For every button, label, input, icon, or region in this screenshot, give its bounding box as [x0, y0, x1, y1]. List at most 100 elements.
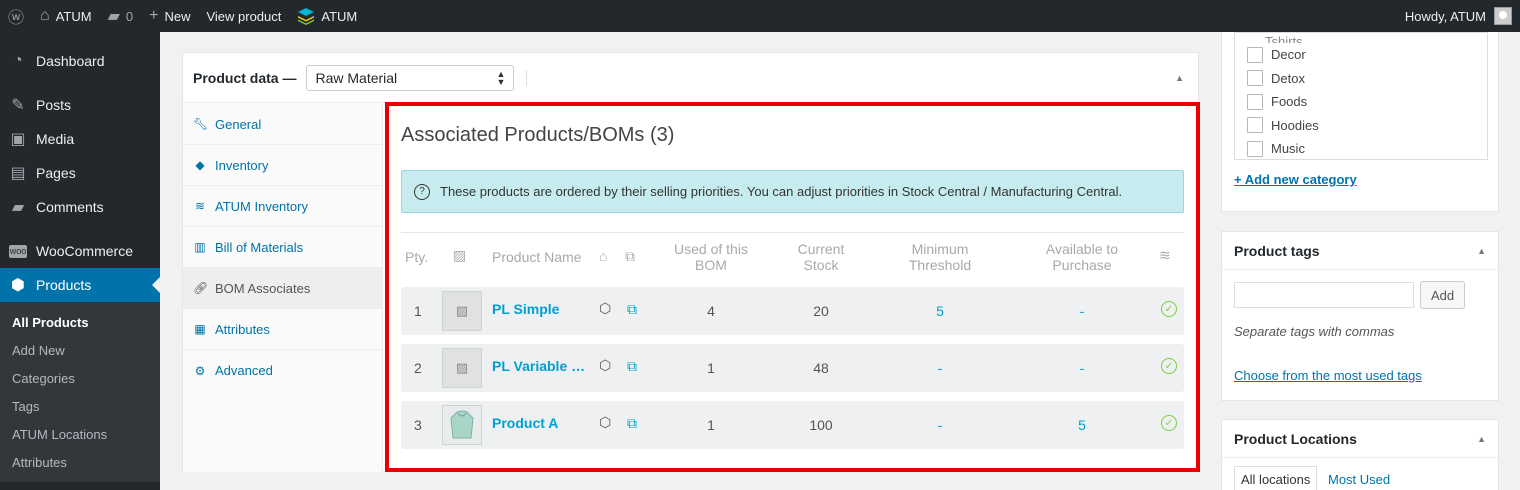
submenu-categories[interactable]: Categories [0, 364, 160, 392]
new-label: New [164, 8, 191, 24]
view-product-label: View product [206, 8, 282, 24]
locations-box-header[interactable]: Product Locations ▲ [1222, 420, 1498, 458]
product-data-header: Product data — Raw Material ▲ ▼ ▲ [183, 53, 1198, 103]
category-checklist[interactable]: Tshirts Decor Detox Foods Hoodies Music [1234, 32, 1488, 160]
view-product-link[interactable]: View product [198, 0, 289, 32]
tag-input[interactable] [1234, 282, 1414, 308]
collapse-toggle-icon[interactable]: ▲ [1477, 246, 1486, 256]
media-icon: ▣ [10, 131, 26, 148]
menu-label: Products [36, 277, 92, 293]
checkbox[interactable] [1247, 46, 1263, 63]
admin-sidebar: ◔ Dashboard ✎ Posts ▣ Media ▤ Pages ▰ Comment… [0, 32, 160, 490]
checkbox[interactable] [1247, 70, 1263, 87]
menu-dashboard[interactable]: ◔ Dashboard [0, 44, 160, 78]
product-data-tabs: 🔧︎ General ◆ Inventory ≋ ATUM Inventory ▥ Bi… [183, 104, 383, 472]
divider [526, 69, 528, 86]
menu-posts[interactable]: ✎ Posts [0, 88, 160, 122]
gear-icon: ⚙ [194, 363, 206, 378]
greeting-text: Howdy, ATUM [1404, 8, 1486, 24]
wordpress-logo[interactable]: ⓦ [0, 0, 32, 32]
new-content-link[interactable]: + New [141, 0, 198, 32]
tab-bom-associates[interactable]: 🔗︎ BOM Associates [183, 268, 382, 309]
box-title: Product Locations [1234, 430, 1357, 447]
tab-label: ATUM Inventory [215, 198, 308, 214]
site-name-link[interactable]: ⌂ ATUM [32, 0, 100, 32]
site-name-label: ATUM [55, 8, 92, 24]
layers-icon: ≋ [194, 199, 206, 213]
pages-icon: ▤ [10, 165, 26, 182]
choose-most-used-tags-link[interactable]: Choose from the most used tags [1234, 368, 1422, 383]
atum-label: ATUM [321, 8, 358, 24]
product-type-select[interactable]: Raw Material ▲ ▼ [306, 64, 515, 91]
atum-layers-icon [297, 7, 315, 25]
category-label: Tshirts [1265, 34, 1303, 43]
avatar [1494, 7, 1512, 25]
menu-woocommerce[interactable]: woo WooCommerce [0, 234, 160, 268]
category-item[interactable]: Hoodies [1235, 114, 1487, 138]
link-icon: 🔗︎ [193, 281, 209, 295]
category-item[interactable]: Foods [1235, 90, 1487, 114]
tab-most-used[interactable]: Most Used [1322, 466, 1396, 490]
plus-icon: + [149, 7, 159, 24]
tab-label: General [215, 116, 262, 132]
comment-icon: ▰ [11, 199, 25, 216]
menu-label: Posts [36, 97, 72, 113]
checkbox[interactable] [1247, 117, 1263, 134]
product-type-value: Raw Material [315, 69, 398, 86]
collapse-toggle-icon[interactable]: ▲ [1477, 434, 1486, 444]
menu-label: WooCommerce [36, 243, 133, 259]
menu-comments[interactable]: ▰ Comments [0, 190, 160, 224]
tab-inventory[interactable]: ◆ Inventory [183, 145, 382, 186]
account-menu[interactable]: Howdy, ATUM [1405, 7, 1520, 25]
product-tags-box: Product tags ▲ Add Separate tags with com… [1221, 231, 1499, 401]
category-label: Decor [1271, 47, 1306, 63]
submenu-all-products[interactable]: All Products [0, 308, 160, 336]
category-item[interactable]: Decor [1235, 43, 1487, 67]
menu-label: Media [36, 131, 75, 147]
category-label: Music [1271, 141, 1305, 157]
menu-label: Comments [36, 199, 104, 215]
tag-icon: ◆ [195, 158, 205, 172]
submenu-atum-locations[interactable]: ATUM Locations [0, 420, 160, 448]
product-locations-box: Product Locations ▲ All locations Most Us… [1221, 419, 1499, 490]
tab-label: Inventory [215, 157, 269, 173]
submenu-attributes[interactable]: Attributes [0, 448, 160, 476]
products-submenu: All Products Add New Categories Tags ATU… [0, 302, 160, 482]
submenu-add-new[interactable]: Add New [0, 336, 160, 364]
wrench-icon: 🔧︎ [193, 117, 209, 131]
submenu-tags[interactable]: Tags [0, 392, 160, 420]
category-item[interactable]: Detox [1235, 67, 1487, 91]
category-item-partial[interactable]: Tshirts [1235, 33, 1487, 43]
tab-all-locations[interactable]: All locations [1234, 466, 1318, 490]
menu-pages[interactable]: ▤ Pages [0, 156, 160, 190]
tab-general[interactable]: 🔧︎ General [183, 104, 382, 145]
tab-advanced[interactable]: ⚙ Advanced [183, 350, 382, 391]
menu-label: Pages [36, 165, 76, 181]
menu-label: Dashboard [36, 53, 105, 69]
menu-products[interactable]: ⬢ Products [0, 268, 160, 302]
box-icon: ⬢ [11, 277, 25, 294]
comments-link[interactable]: ▰ 0 [100, 0, 142, 32]
category-item[interactable]: Music [1235, 137, 1487, 161]
product-categories-box: Tshirts Decor Detox Foods Hoodies Music … [1221, 32, 1499, 212]
atum-menu-link[interactable]: ATUM [289, 0, 365, 32]
select-arrows-icon: ▲ ▼ [496, 68, 506, 87]
category-label: Hoodies [1271, 117, 1319, 133]
product-data-title: Product data — [193, 69, 297, 86]
checkbox[interactable] [1247, 140, 1263, 157]
tab-bill-of-materials[interactable]: ▥ Bill of Materials [183, 227, 382, 268]
admin-bar: ⓦ ⌂ ATUM ▰ 0 + New View product ATUM Howdy,… [0, 0, 1520, 32]
tags-box-header[interactable]: Product tags ▲ [1222, 232, 1498, 270]
chart-bars-icon: ▥ [194, 240, 206, 254]
collapse-toggle-icon[interactable]: ▲ [1175, 73, 1184, 83]
checkbox[interactable] [1247, 93, 1263, 110]
tab-attributes[interactable]: ▦ Attributes [183, 309, 382, 350]
box-title: Product tags [1234, 242, 1320, 259]
add-new-category-link[interactable]: + Add new category [1234, 172, 1357, 187]
pin-icon: ✎ [11, 97, 25, 114]
add-tag-button[interactable]: Add [1420, 281, 1466, 309]
comments-count: 0 [125, 8, 134, 24]
menu-media[interactable]: ▣ Media [0, 122, 160, 156]
dashboard-gauge-icon: ◔ [13, 52, 23, 69]
tab-atum-inventory[interactable]: ≋ ATUM Inventory [183, 186, 382, 227]
